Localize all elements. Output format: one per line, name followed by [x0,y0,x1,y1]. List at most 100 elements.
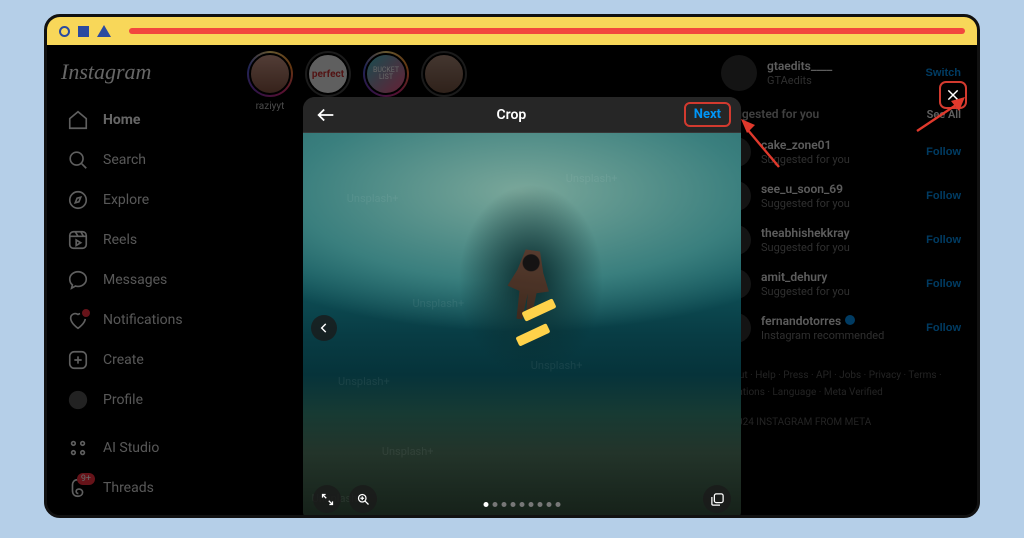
switch-account-button[interactable]: Switch [926,67,961,79]
carousel-dots [484,502,561,507]
window-triangle-icon [97,25,111,37]
nav-threads[interactable]: 9+ Threads [61,469,229,507]
nav-label: AI Studio [103,440,159,456]
suggestion-sub: Suggested for you [761,241,916,254]
compass-icon [67,189,89,211]
follow-button[interactable]: Follow [926,234,961,246]
window-dot-icon [59,26,70,37]
messenger-icon [67,269,89,291]
modal-header: Crop Next [303,97,741,133]
story-item[interactable]: BUCKET LIST [363,51,409,101]
suggestion-username[interactable]: see_u_soon_69 [761,182,916,196]
nav-ai-studio[interactable]: AI Studio [61,429,229,467]
reels-icon [67,229,89,251]
current-displayname: GTAedits [767,74,916,87]
suggestion-username[interactable]: fernandotorres [761,314,916,328]
footer-links[interactable]: About · Help · Press · API · Jobs · Priv… [721,367,961,401]
nav-label: Messages [103,272,167,288]
window-address-bar [129,28,965,34]
nav-search[interactable]: Search [61,141,229,179]
nav-messages[interactable]: Messages [61,261,229,299]
crop-image-preview[interactable]: Unsplash+ Unsplash+ Unsplash+ Unsplash+ … [303,133,741,518]
follow-button[interactable]: Follow [926,278,961,290]
nav-reels[interactable]: Reels [61,221,229,259]
nav-explore[interactable]: Explore [61,181,229,219]
sidebar: Instagram Home Search Explore Reels Mess… [47,45,237,515]
browser-frame: Instagram Home Search Explore Reels Mess… [44,14,980,518]
watermark: Unsplash+ [531,359,583,372]
suggestion-sub: Suggested for you [761,153,916,166]
ai-studio-icon [67,437,89,459]
watermark: Unsplash+ [347,192,399,205]
footer-copyright: © 2024 INSTAGRAM FROM META [721,417,961,428]
nav-label: Profile [103,392,143,408]
chevron-left-icon [317,321,331,335]
zoom-button[interactable] [349,485,377,513]
carousel-prev-button[interactable] [311,315,337,341]
suggestion-row: fernandotorres Instagram recommended Fol… [721,313,961,343]
zoom-in-icon [356,492,371,507]
see-all-link[interactable]: See All [927,108,961,121]
close-modal-button[interactable] [939,81,967,109]
threads-badge: 9+ [77,473,95,485]
suggestion-row: cake_zone01 Suggested for you Follow [721,137,961,167]
heart-icon [67,309,89,331]
next-button[interactable]: Next [684,102,731,127]
nav-create[interactable]: Create [61,341,229,379]
suggestion-row: amit_dehury Suggested for you Follow [721,269,961,299]
watermark: Unsplash+ [413,297,465,310]
back-button[interactable] [313,102,339,128]
stack-icon [710,492,725,507]
suggestion-sub: Suggested for you [761,197,916,210]
plus-square-icon [67,349,89,371]
profile-avatar-icon [67,389,89,411]
follow-button[interactable]: Follow [926,190,961,202]
suggestions-header: Suggested for you See All [721,107,961,121]
nav-label: Create [103,352,144,368]
crop-canvas[interactable]: Unsplash+ Unsplash+ Unsplash+ Unsplash+ … [303,133,741,518]
nav-label: Reels [103,232,137,248]
nav-label: Threads [103,480,154,496]
current-username[interactable]: gtaedits____ [767,59,916,73]
avatar[interactable] [721,55,757,91]
story-item[interactable]: raziyyt [247,51,293,112]
follow-button[interactable]: Follow [926,322,961,334]
watermark: Unsplash+ [382,445,434,458]
nav-label: Home [103,112,140,128]
expand-icon [320,492,335,507]
threads-icon: 9+ [67,477,89,499]
suggestion-username[interactable]: cake_zone01 [761,138,916,152]
window-titlebar [47,17,977,45]
nav-label: Search [103,152,146,168]
brand-logo[interactable]: Instagram [61,59,229,85]
nav-profile[interactable]: Profile [61,381,229,419]
watermark: Unsplash+ [338,375,390,388]
home-icon [67,109,89,131]
nav-home[interactable]: Home [61,101,229,139]
suggestion-username[interactable]: theabhishekkray [761,226,916,240]
suggestion-username[interactable]: amit_dehury [761,270,916,284]
right-column: gtaedits____ GTAedits Switch Suggested f… [719,45,977,515]
suggestion-sub: Suggested for you [761,285,916,298]
aspect-ratio-button[interactable] [313,485,341,513]
story-item[interactable] [421,51,467,101]
nav-label: Notifications [103,312,183,328]
suggestion-row: see_u_soon_69 Suggested for you Follow [721,181,961,211]
suggestion-row: theabhishekkray Suggested for you Follow [721,225,961,255]
nav-label: Explore [103,192,149,208]
search-icon [67,149,89,171]
current-user-row: gtaedits____ GTAedits Switch [721,55,961,91]
arrow-left-icon [315,104,337,126]
window-square-icon [78,26,89,37]
follow-button[interactable]: Follow [926,146,961,158]
nav-notifications[interactable]: Notifications [61,301,229,339]
multi-select-button[interactable] [703,485,731,513]
watermark: Unsplash+ [566,172,618,185]
verified-badge-icon [845,315,855,325]
story-username: raziyyt [256,101,285,112]
app-root: Instagram Home Search Explore Reels Mess… [47,45,977,515]
create-post-modal: Crop Next Unsplash+ Unsplash+ Unsplash+ … [303,97,741,518]
image-detail [521,298,556,321]
close-icon [945,87,961,103]
modal-title: Crop [339,107,684,123]
